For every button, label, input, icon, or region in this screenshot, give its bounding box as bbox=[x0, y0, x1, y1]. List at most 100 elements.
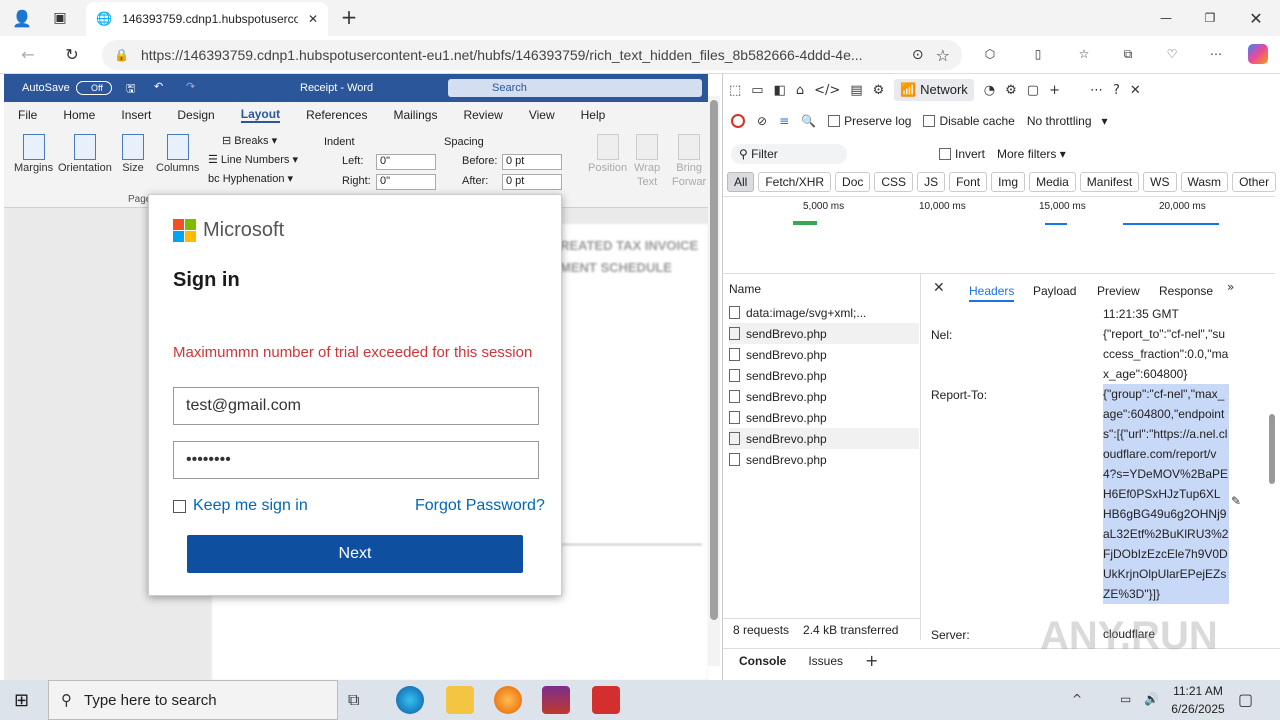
throttling-select[interactable]: No throttling ▾ bbox=[1027, 114, 1108, 128]
spacing-after-input[interactable]: 0 pt bbox=[502, 174, 562, 190]
word-scroll-thumb[interactable] bbox=[710, 100, 718, 620]
start-icon[interactable]: ⊞ bbox=[14, 690, 29, 711]
taskbar-search[interactable]: ⚲ Type here to search bbox=[48, 680, 338, 720]
menu-design[interactable]: Design bbox=[177, 108, 214, 122]
close-tab-icon[interactable]: ✕ bbox=[308, 12, 318, 26]
chip-img[interactable]: Img bbox=[991, 172, 1026, 192]
headers-scroll-thumb[interactable] bbox=[1269, 414, 1275, 484]
firefox-icon[interactable] bbox=[494, 686, 522, 714]
chip-font[interactable]: Font bbox=[949, 172, 988, 192]
more-tabs-icon[interactable]: » bbox=[1227, 280, 1234, 294]
restore-icon[interactable]: ❐ bbox=[1200, 8, 1220, 28]
browser-essentials-icon[interactable]: ♡ bbox=[1162, 44, 1182, 64]
inspect-icon[interactable]: ⬚ bbox=[729, 83, 741, 98]
columns-button[interactable]: Columns bbox=[156, 134, 199, 174]
request-row[interactable]: data:image/svg+xml;... bbox=[729, 302, 919, 323]
preserve-log-checkbox[interactable] bbox=[828, 115, 841, 127]
clock-time[interactable]: 11:21 AM bbox=[1170, 684, 1226, 698]
dock-icon[interactable]: ◧ bbox=[774, 83, 786, 98]
chip-doc[interactable]: Doc bbox=[835, 172, 871, 192]
devtools-menu-icon[interactable]: ⋯ bbox=[1090, 83, 1103, 98]
line-numbers-button[interactable]: ☰ Line Numbers ▾ bbox=[208, 153, 298, 166]
position-button[interactable]: Position bbox=[588, 134, 627, 174]
margins-button[interactable]: Margins bbox=[14, 134, 53, 174]
email-field[interactable]: test@gmail.com bbox=[173, 387, 539, 425]
network-tab[interactable]: 📶 Network bbox=[894, 79, 974, 101]
password-field[interactable]: •••••••• bbox=[173, 441, 539, 479]
refresh-icon[interactable]: ↻ bbox=[62, 44, 82, 64]
save-icon[interactable]: 🖫 bbox=[126, 80, 135, 99]
minimize-icon[interactable]: — bbox=[1156, 8, 1176, 28]
volume-icon[interactable]: 🔊 bbox=[1144, 692, 1159, 706]
filter-settings-icon[interactable]: ≡ bbox=[779, 114, 789, 128]
menu-layout[interactable]: Layout bbox=[240, 107, 281, 123]
close-window-icon[interactable]: ✕ bbox=[1246, 8, 1266, 28]
next-button[interactable]: Next bbox=[187, 535, 523, 573]
application-icon[interactable]: ▢ bbox=[1027, 83, 1039, 98]
filter-input[interactable]: ⚲ Filter bbox=[731, 144, 847, 164]
request-row[interactable]: sendBrevo.php bbox=[729, 344, 919, 365]
edge-icon[interactable] bbox=[396, 686, 424, 714]
breaks-button[interactable]: ⊟ Breaks ▾ bbox=[222, 134, 277, 147]
hyphenation-button[interactable]: bc Hyphenation ▾ bbox=[208, 172, 293, 185]
menu-references[interactable]: References bbox=[306, 108, 367, 122]
browser-tab[interactable]: 🌐 146393759.cdnp1.hubspotusercontent-eu1… bbox=[86, 2, 328, 36]
new-tab-icon[interactable]: + bbox=[338, 5, 360, 29]
sources-icon[interactable]: ⚙ bbox=[873, 83, 885, 98]
keep-signed-in-checkbox[interactable] bbox=[173, 500, 186, 513]
clock-date[interactable]: 6/26/2025 bbox=[1164, 702, 1232, 716]
autosave-toggle[interactable]: Off bbox=[76, 81, 112, 95]
menu-mailings[interactable]: Mailings bbox=[393, 108, 437, 122]
url-field[interactable]: 🔒 https://146393759.cdnp1.hubspotusercon… bbox=[102, 40, 962, 70]
request-row[interactable]: sendBrevo.php bbox=[729, 407, 919, 428]
redo-icon[interactable]: ↷ bbox=[186, 80, 195, 93]
performance-icon[interactable]: ◔ bbox=[984, 83, 995, 98]
disable-cache-checkbox[interactable] bbox=[923, 115, 936, 127]
edit-icon[interactable]: ✎ bbox=[1231, 494, 1241, 508]
spacing-before-input[interactable]: 0 pt bbox=[502, 154, 562, 170]
menu-help[interactable]: Help bbox=[581, 108, 606, 122]
extensions-icon[interactable]: ⬡ bbox=[980, 44, 1000, 64]
indent-right-input[interactable]: 0" bbox=[376, 174, 436, 190]
tray-chevron-icon[interactable]: ^ bbox=[1072, 692, 1082, 706]
bring-forward-button[interactable]: Bring Forwar bbox=[672, 134, 706, 188]
favorites-icon[interactable]: ☆ bbox=[1074, 44, 1094, 64]
menu-review[interactable]: Review bbox=[463, 108, 502, 122]
close-detail-icon[interactable]: ✕ bbox=[933, 280, 945, 296]
file-explorer-icon[interactable] bbox=[446, 686, 474, 714]
help-icon[interactable]: ? bbox=[1113, 83, 1120, 98]
keep-signed-in-label[interactable]: Keep me sign in bbox=[193, 497, 308, 515]
winrar-icon[interactable] bbox=[542, 686, 570, 714]
welcome-icon[interactable]: ⌂ bbox=[796, 83, 804, 98]
request-row[interactable]: sendBrevo.php bbox=[729, 365, 919, 386]
forgot-password-link[interactable]: Forgot Password? bbox=[415, 497, 545, 515]
chip-other[interactable]: Other bbox=[1232, 172, 1277, 192]
chip-ws[interactable]: WS bbox=[1143, 172, 1177, 192]
task-view-icon[interactable]: ⧉ bbox=[348, 690, 359, 710]
request-row[interactable]: sendBrevo.php bbox=[729, 449, 919, 470]
acrobat-icon[interactable] bbox=[592, 686, 620, 714]
menu-view[interactable]: View bbox=[529, 108, 555, 122]
console-drawer-tab[interactable]: Console bbox=[739, 654, 786, 668]
more-filters-button[interactable]: More filters ▾ bbox=[997, 147, 1066, 161]
chip-media[interactable]: Media bbox=[1029, 172, 1076, 192]
record-icon[interactable] bbox=[731, 114, 745, 128]
console-icon[interactable]: ▤ bbox=[850, 83, 862, 98]
chip-manifest[interactable]: Manifest bbox=[1079, 172, 1140, 192]
split-screen-icon[interactable]: ▯ bbox=[1028, 44, 1048, 64]
profile-icon[interactable]: 👤 bbox=[12, 8, 32, 28]
memory-icon[interactable]: ⚙ bbox=[1005, 83, 1017, 98]
more-icon[interactable]: ⋯ bbox=[1206, 44, 1226, 64]
invert-checkbox[interactable] bbox=[939, 148, 951, 160]
site-info-icon[interactable]: 🔒 bbox=[114, 48, 129, 62]
clear-icon[interactable]: ⊘ bbox=[757, 114, 767, 128]
collections-icon[interactable]: ⧉ bbox=[1118, 44, 1138, 64]
notifications-icon[interactable]: ▢ bbox=[1238, 690, 1253, 709]
chip-js[interactable]: JS bbox=[917, 172, 946, 192]
elements-icon[interactable]: </> bbox=[814, 83, 840, 98]
tab-headers[interactable]: Headers bbox=[969, 284, 1015, 302]
tab-response[interactable]: Response bbox=[1159, 284, 1213, 298]
reading-view-icon[interactable]: ⊙ bbox=[912, 47, 924, 63]
chip-all[interactable]: All bbox=[727, 172, 755, 192]
word-search-box[interactable]: Search bbox=[448, 79, 702, 97]
